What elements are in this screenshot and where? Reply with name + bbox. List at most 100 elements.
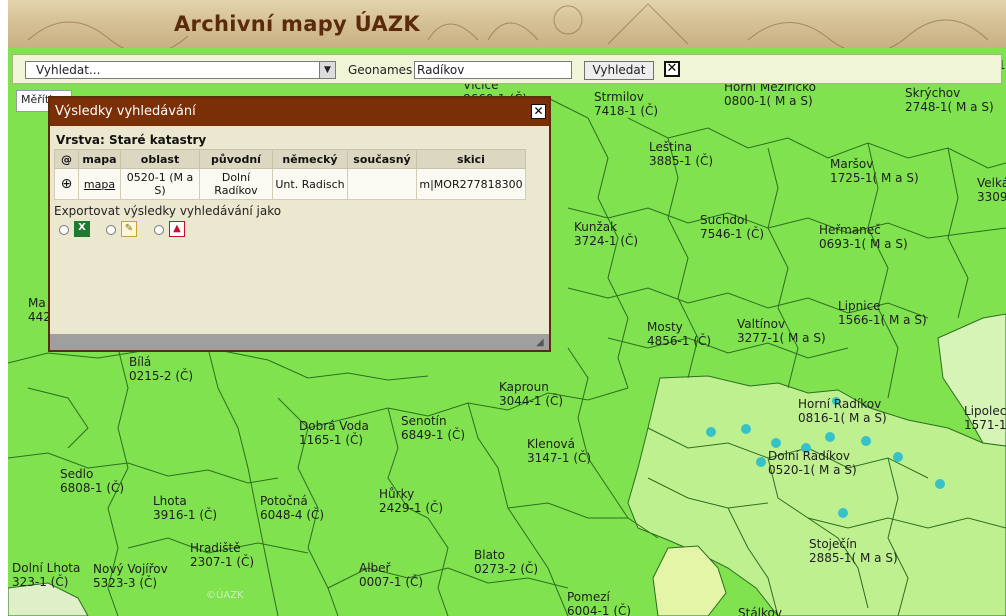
cadastre-label: Valtínov 3277-1( M a S) (737, 317, 826, 345)
zoom-icon[interactable]: ⊕ (54, 168, 79, 200)
cadastre-label: Albeř 0007-1 (Č) (359, 561, 423, 589)
results-table: @ mapa oblast původní německý současný s… (54, 149, 526, 200)
cadastre-label: Lipnice 1566-1( M a S) (838, 299, 927, 327)
chevron-down-icon[interactable]: ▼ (319, 62, 335, 78)
search-button[interactable]: Vyhledat (584, 61, 654, 80)
resize-grip-icon[interactable]: ◢ (536, 337, 548, 349)
cadastre-code: 3916-1 (Č) (153, 508, 218, 522)
cell-oblast: 0520-1 (M a S) (120, 168, 200, 200)
column-header: původní (199, 149, 273, 169)
cadastre-name: Hůrky (379, 487, 415, 501)
cadastre-name: Dolní Radíkov (768, 449, 851, 463)
layer-label: Vrstva: Staré katastry (56, 133, 207, 147)
cadastre-label: Leština 3885-1 (Č) (649, 140, 713, 168)
cadastre-code: 0800-1( M a S) (724, 94, 813, 108)
cadastre-label: Horní Meziříčko 0800-1( M a S) (724, 80, 816, 108)
table-row: ⊕ mapa 0520-1 (M a S) Dolní Radíkov Unt.… (54, 168, 526, 200)
cadastre-code: 6048-4 (Č) (260, 508, 325, 522)
cadastre-code: 7546-1 (Č) (700, 227, 765, 241)
cadastre-name: Sedlo (60, 467, 94, 481)
dialog-titlebar[interactable]: Výsledky vyhledávání ✕ (50, 98, 549, 126)
cadastre-code: 2429-1 (Č) (379, 501, 444, 515)
cadastre-code: 3147-1 (Č) (527, 451, 592, 465)
cadastre-code: 7418-1 (Č) (594, 104, 659, 118)
geonames-input[interactable]: Radíkov (414, 61, 572, 79)
cadastre-label: Maršov 1725-1( M a S) (830, 157, 919, 185)
search-select[interactable]: Vyhledat... ▼ (25, 61, 336, 79)
cadastre-code: 0693-1( M a S) (819, 237, 908, 251)
cadastre-label: Stálkov (738, 606, 782, 616)
cadastre-label: Mosty 4856-1 (Č) (647, 320, 711, 348)
cadastre-name: Blato (474, 548, 505, 562)
cadastre-code: 0816-1( M a S) (798, 411, 887, 425)
cadastre-name: Skrýchov (905, 86, 961, 100)
cadastre-name: Kunžak (574, 220, 618, 234)
export-label: Exportovat výsledky vyhledávání jako (54, 204, 282, 218)
app-title: Archivní mapy ÚAZK (174, 12, 420, 36)
geonames-label: Geonames (348, 63, 413, 77)
cadastre-code: 323-1 (Č) (12, 575, 69, 589)
cadastre-code: 0215-2 (Č) (129, 369, 194, 383)
cadastre-label: Dolní Radíkov 0520-1( M a S) (768, 449, 857, 477)
cadastre-label: Horní Radíkov 0816-1( M a S) (798, 397, 887, 425)
cadastre-name: Maršov (830, 157, 874, 171)
cadastre-name: Senotín (401, 414, 447, 428)
map-link[interactable]: mapa (78, 168, 121, 200)
cadastre-label: Hradiště 2307-1 (Č) (190, 541, 254, 569)
column-header: skici (416, 149, 526, 169)
cadastre-code: 4856-1 (Č) (647, 334, 712, 348)
export-radio-text[interactable] (106, 225, 116, 235)
cadastre-label: Kaproun 3044-1 (Č) (499, 380, 563, 408)
cell-skici: m|MOR277818300 (416, 168, 526, 200)
table-header-row: @ mapa oblast původní německý současný s… (54, 149, 526, 169)
cadastre-name: Albeř (359, 561, 391, 575)
app-header: Archivní mapy ÚAZK (8, 0, 1006, 48)
cadastre-name: Mosty (647, 320, 683, 334)
export-radio-excel[interactable] (59, 225, 69, 235)
cadastre-name: Heřmaneč (819, 223, 881, 237)
search-select-value: Vyhledat... (36, 63, 101, 77)
cadastre-name: Lhota (153, 494, 187, 508)
cadastre-name: Leština (649, 140, 693, 154)
cadastre-name: Dobrá Voda (299, 419, 369, 433)
cadastre-name: Nový Vojířov (93, 562, 168, 576)
cadastre-name: Lipolec (964, 404, 1006, 418)
cadastre-name: Lipnice (838, 299, 881, 313)
cadastre-label: Sedlo 6808-1 (Č) (60, 467, 124, 495)
close-icon[interactable]: ✕ (664, 61, 680, 77)
cadastre-name: Pomezí (567, 590, 610, 604)
cadastre-code: 1566-1( M a S) (838, 313, 927, 327)
cadastre-name: Potočná (260, 494, 308, 508)
cadastre-code: 3724-1 (Č) (574, 234, 639, 248)
column-header: mapa (78, 149, 121, 169)
cadastre-name: Stálkov (738, 606, 782, 616)
cadastre-name: Horní Radíkov (798, 397, 882, 411)
cadastre-code: 6849-1 (Č) (401, 428, 466, 442)
cadastre-label: Lhota 3916-1 (Č) (153, 494, 217, 522)
search-toolbar: Vyhledat... ▼ Geonames Radíkov Vyhledat … (12, 54, 1002, 84)
cadastre-label: Kunžak 3724-1 (Č) (574, 220, 638, 248)
cadastre-name: Strmilov (594, 90, 644, 104)
cadastre-code: 1165-1 (Č) (299, 433, 364, 447)
cell-soucasny (347, 168, 417, 200)
cadastre-label: Velká 3309 (977, 176, 1006, 204)
cadastre-label: Suchdol 7546-1 (Č) (700, 213, 764, 241)
search-results-dialog: Výsledky vyhledávání ✕ Vrstva: Staré kat… (48, 96, 551, 352)
cadastre-label: Dobrá Voda 1165-1 (Č) (299, 419, 369, 447)
cadastre-label: Senotín 6849-1 (Č) (401, 414, 465, 442)
excel-icon: X (74, 221, 90, 237)
cadastre-name: Bílá (129, 355, 152, 369)
cadastre-code: 2748-1( M a S) (905, 100, 994, 114)
cadastre-name: Velká (977, 176, 1006, 190)
cadastre-label: Stoječín 2885-1( M a S) (809, 537, 898, 565)
cadastre-code: 3044-1 (Č) (499, 394, 564, 408)
watermark: ©ÚAZK (206, 590, 244, 601)
cadastre-label: Lipolec 1571-1 (964, 404, 1006, 432)
cadastre-label: Pomezí 6004-1 (Č) (567, 590, 631, 616)
close-icon[interactable]: ✕ (531, 104, 546, 119)
header-decoration (27, 3, 989, 48)
cadastre-label: Blato 0273-2 (Č) (474, 548, 538, 576)
cadastre-code: 6004-1 (Č) (567, 604, 632, 616)
cadastre-code: 6808-1 (Č) (60, 481, 125, 495)
export-radio-pdf[interactable] (154, 225, 164, 235)
